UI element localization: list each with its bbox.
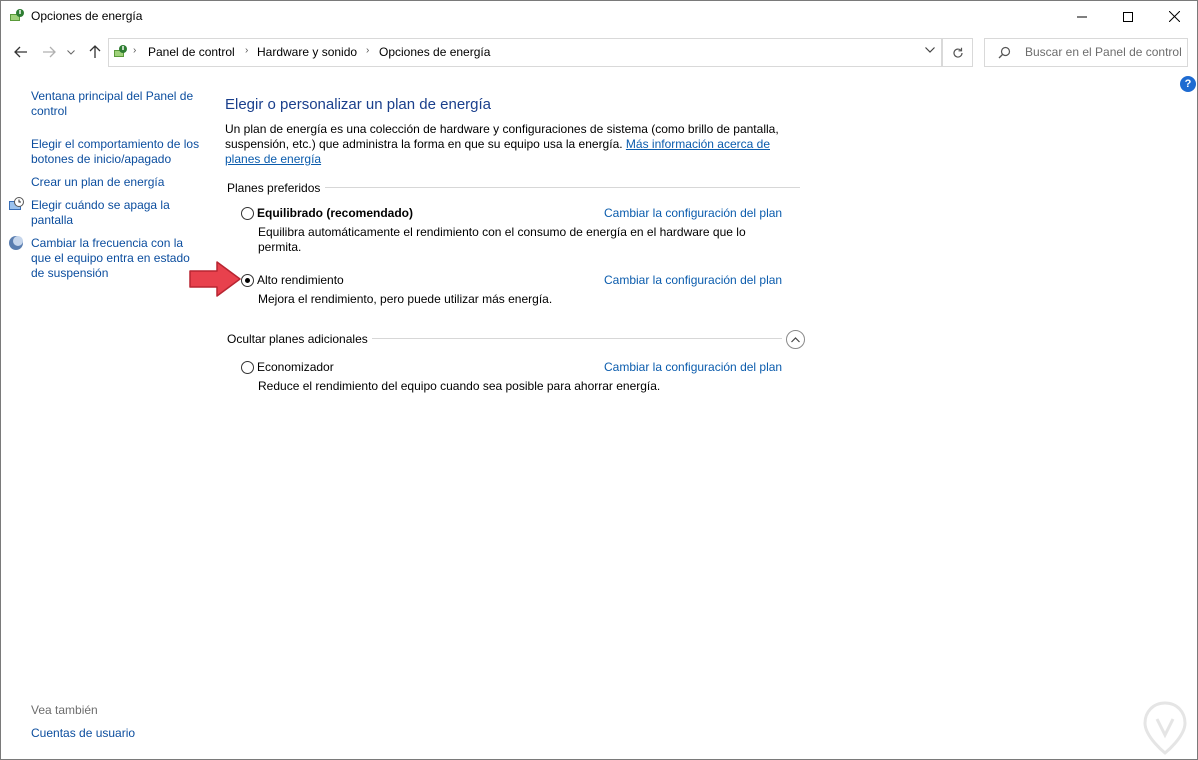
chevron-down-icon (67, 49, 75, 55)
radio-balanced[interactable] (241, 207, 254, 220)
sidebar-link-power-buttons[interactable]: Elegir el comportamiento de los botones … (31, 137, 201, 167)
see-also-label: Vea también (31, 703, 98, 717)
title-bar: Opciones de energía (1, 1, 1197, 32)
plan-desc-balanced: Equilibra automáticamente el rendimiento… (258, 225, 746, 254)
group-divider (325, 187, 800, 188)
group-divider (372, 338, 782, 339)
plan-desc-power-saver: Reduce el rendimiento del equipo cuando … (258, 379, 661, 393)
preferred-plans-label: Planes preferidos (227, 181, 321, 195)
annotation-arrow-icon (189, 261, 241, 297)
breadcrumb-separator-icon: › (366, 45, 370, 56)
address-bar[interactable]: › Panel de control › Hardware y sonido ›… (108, 38, 942, 67)
radio-high-performance[interactable] (241, 274, 254, 287)
sidebar-link-sleep[interactable]: Cambiar la frecuencia con la que el equi… (31, 236, 196, 281)
search-icon (998, 46, 1011, 59)
sidebar-link-display-off[interactable]: Elegir cuándo se apaga la pantalla (31, 198, 181, 228)
sidebar-link-control-panel-home[interactable]: Ventana principal del Panel de control (31, 89, 201, 119)
search-placeholder: Buscar en el Panel de control (1025, 45, 1182, 59)
change-plan-high-performance-link[interactable]: Cambiar la configuración del plan (604, 273, 782, 287)
help-icon[interactable]: ? (1180, 76, 1196, 92)
forward-button[interactable] (39, 41, 59, 63)
up-button[interactable] (85, 41, 105, 63)
forward-arrow-icon (43, 46, 56, 58)
up-arrow-icon (89, 45, 101, 58)
minimize-icon (1077, 16, 1087, 17)
control-panel-icon (114, 45, 127, 57)
maximize-button[interactable] (1105, 1, 1151, 32)
breadcrumb-power-options[interactable]: Opciones de energía (379, 45, 490, 59)
breadcrumb-separator-icon: › (133, 45, 137, 56)
refresh-icon (952, 47, 963, 58)
radio-power-saver[interactable] (241, 361, 254, 374)
plan-desc-high-performance: Mejora el rendimiento, pero puede utiliz… (258, 292, 553, 306)
refresh-button[interactable] (942, 38, 973, 67)
display-timer-icon (9, 197, 24, 210)
control-panel-window: Opciones de energía › Panel de control ›… (0, 0, 1198, 760)
sidebar-link-create-plan[interactable]: Crear un plan de energía (31, 175, 201, 190)
back-button[interactable] (11, 41, 31, 63)
intro-paragraph: Un plan de energía es una colección de h… (225, 122, 805, 167)
maximize-icon (1123, 11, 1133, 22)
plan-name-power-saver[interactable]: Economizador (257, 360, 334, 374)
navigation-bar: › Panel de control › Hardware y sonido ›… (1, 37, 1197, 67)
sleep-moon-icon (9, 236, 23, 250)
sidebar-link-user-accounts[interactable]: Cuentas de usuario (31, 726, 135, 741)
recent-locations-button[interactable] (64, 41, 78, 63)
power-options-icon (10, 9, 24, 21)
hide-additional-plans-label[interactable]: Ocultar planes adicionales (227, 332, 368, 346)
watermark-logo-icon (1143, 701, 1187, 755)
breadcrumb-control-panel[interactable]: Panel de control (148, 45, 235, 59)
close-icon (1168, 11, 1180, 22)
plan-name-balanced[interactable]: Equilibrado (recomendado) (257, 206, 413, 220)
breadcrumb-hardware-sound[interactable]: Hardware y sonido (257, 45, 357, 59)
collapse-additional-plans-button[interactable] (786, 330, 805, 349)
minimize-button[interactable] (1059, 1, 1105, 32)
breadcrumb-separator-icon: › (245, 45, 249, 56)
back-arrow-icon (14, 46, 27, 58)
change-plan-power-saver-link[interactable]: Cambiar la configuración del plan (604, 360, 782, 374)
search-input[interactable]: Buscar en el Panel de control (984, 38, 1188, 67)
chevron-up-icon (791, 336, 800, 342)
window-title: Opciones de energía (31, 9, 143, 23)
page-title: Elegir o personalizar un plan de energía (225, 96, 492, 113)
plan-name-high-performance[interactable]: Alto rendimiento (257, 273, 344, 287)
change-plan-balanced-link[interactable]: Cambiar la configuración del plan (604, 206, 782, 220)
close-button[interactable] (1151, 1, 1197, 32)
chevron-down-icon[interactable] (925, 47, 935, 53)
